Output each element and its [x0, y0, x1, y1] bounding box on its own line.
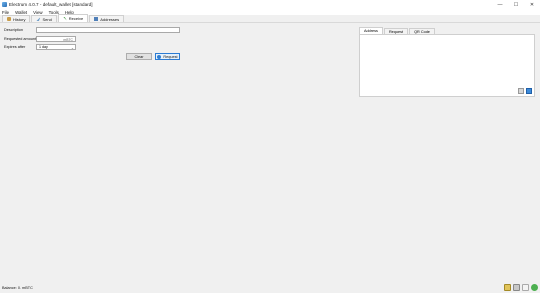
- copy-icon[interactable]: [526, 88, 532, 94]
- expires-value: 1 day: [39, 45, 48, 49]
- window-controls: — ☐ ✕: [492, 0, 540, 9]
- request-button[interactable]: Request: [155, 53, 180, 60]
- menu-wallet[interactable]: Wallet: [15, 10, 27, 15]
- window-title: Electrum 4.0.7 - default_wallet [standar…: [9, 2, 93, 7]
- clear-button[interactable]: Clear: [126, 53, 152, 60]
- addresses-icon: [94, 17, 99, 21]
- status-bar: Balance: 0. mBTC: [0, 282, 540, 293]
- description-label: Description: [4, 28, 23, 32]
- tab-send-label: Send: [42, 16, 52, 22]
- panel-tab-address[interactable]: Address: [359, 27, 383, 34]
- close-button[interactable]: ✕: [524, 0, 540, 9]
- expires-select[interactable]: 1 day ⌄: [36, 44, 76, 50]
- document-icon[interactable]: [518, 88, 524, 94]
- maximize-button[interactable]: ☐: [508, 0, 524, 9]
- history-icon: [7, 17, 11, 21]
- preferences-icon[interactable]: [513, 284, 520, 291]
- receive-icon: [62, 16, 67, 21]
- menu-file[interactable]: File: [2, 10, 9, 15]
- amount-unit: mBTC: [63, 37, 73, 42]
- lock-icon[interactable]: [504, 284, 511, 291]
- request-icon: [157, 54, 162, 59]
- request-panel: Address Request QR Code: [359, 27, 535, 97]
- electrum-logo-icon: [2, 2, 7, 7]
- tab-send[interactable]: Send: [31, 15, 57, 22]
- requested-amount-label: Requested amount: [4, 37, 37, 41]
- tab-history[interactable]: History: [2, 15, 31, 22]
- panel-tabs: Address Request QR Code: [359, 27, 436, 34]
- description-input[interactable]: [36, 27, 180, 33]
- tab-receive[interactable]: Receive: [57, 14, 89, 22]
- balance-text: Balance: 0. mBTC: [2, 285, 33, 290]
- title-bar: Electrum 4.0.7 - default_wallet [standar…: [0, 0, 540, 9]
- tab-history-label: History: [13, 16, 26, 22]
- expires-after-label: Expires after: [4, 45, 26, 49]
- send-icon: [36, 17, 41, 21]
- request-button-label: Request: [163, 54, 178, 59]
- tab-addresses-label: Addresses: [100, 16, 120, 22]
- main-tabs: History Send Receive Addresses: [0, 14, 540, 23]
- tab-receive-label: Receive: [68, 16, 84, 21]
- amount-input[interactable]: mBTC: [36, 36, 76, 42]
- seed-icon[interactable]: [522, 284, 529, 291]
- chevron-down-icon: ⌄: [70, 45, 74, 50]
- network-status-icon[interactable]: [531, 284, 538, 291]
- menu-view[interactable]: View: [33, 10, 42, 15]
- tab-addresses[interactable]: Addresses: [89, 15, 125, 22]
- minimize-button[interactable]: —: [492, 0, 508, 9]
- status-icons: [502, 284, 538, 291]
- address-display[interactable]: [359, 34, 535, 97]
